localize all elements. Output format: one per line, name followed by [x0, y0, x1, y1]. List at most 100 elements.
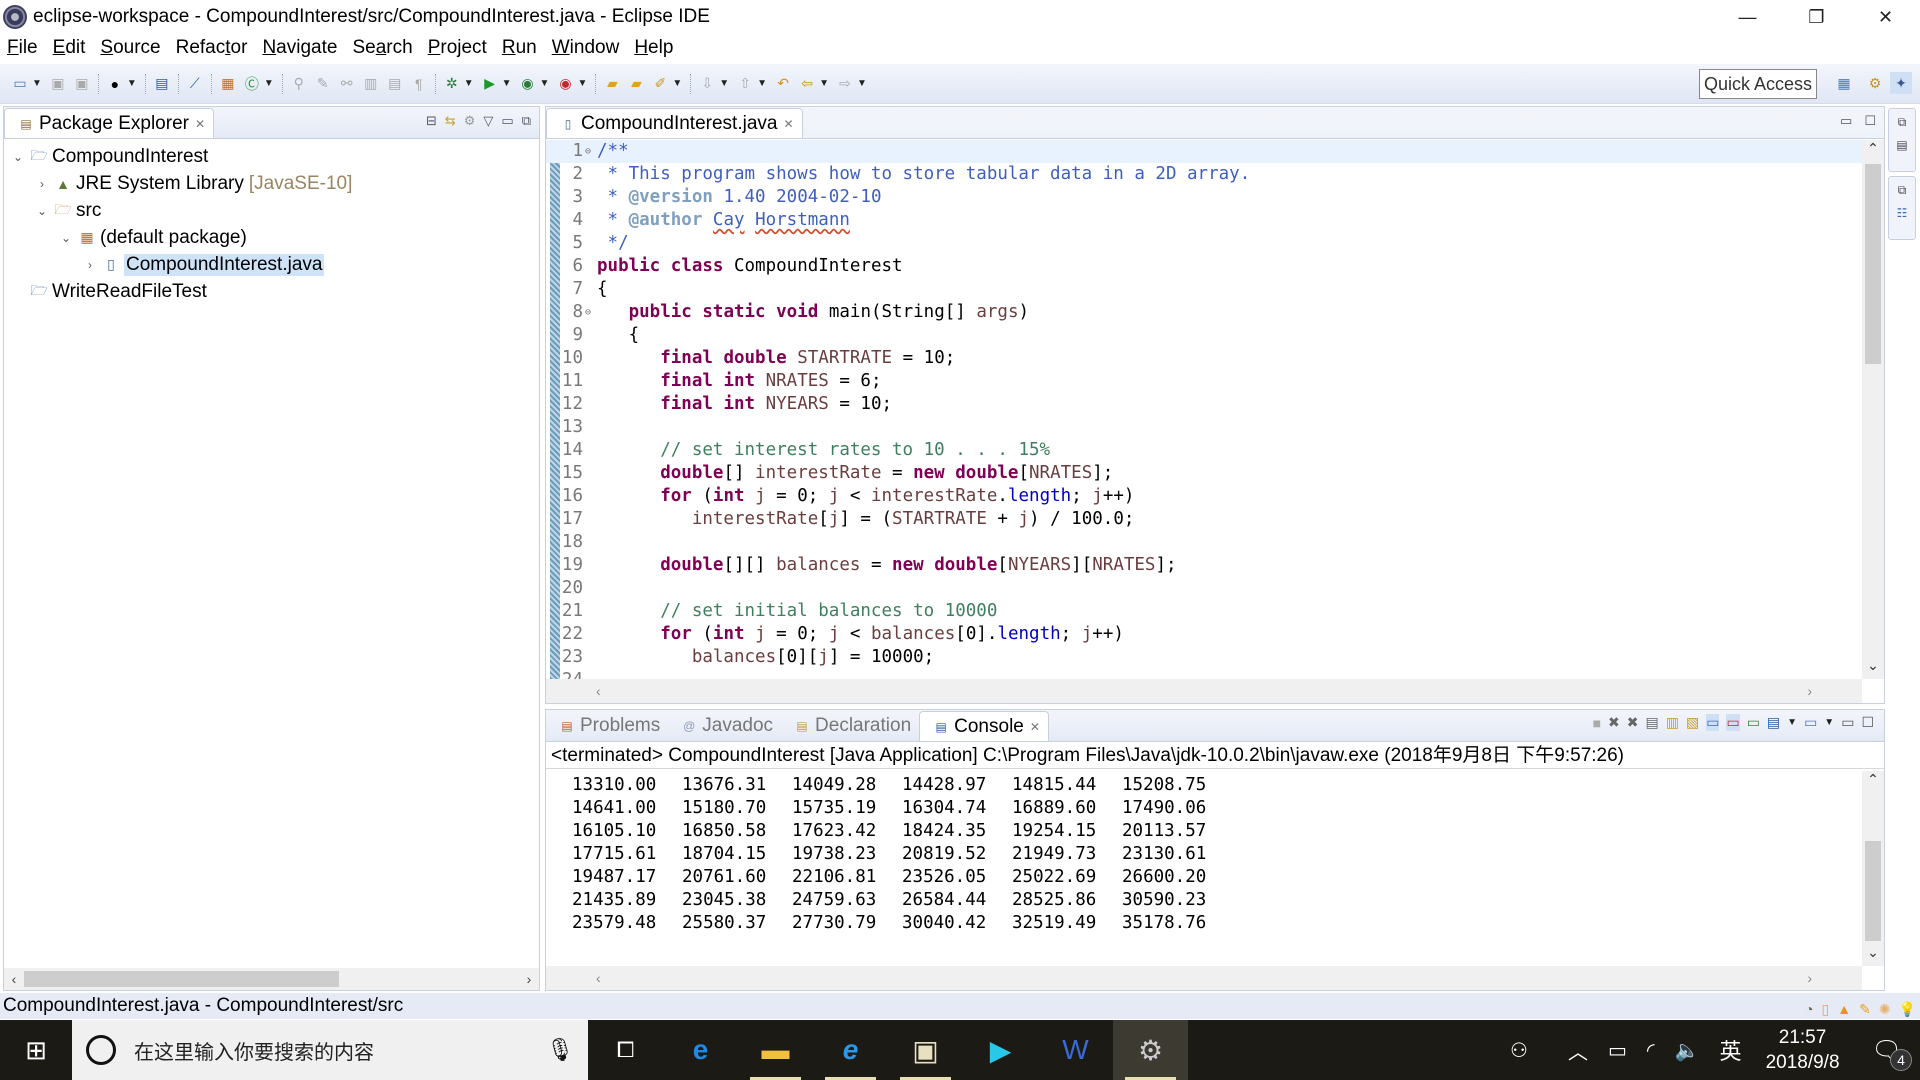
block-selection-icon[interactable]: ▥ — [362, 75, 380, 93]
chevron-right-icon[interactable]: › — [34, 177, 50, 191]
external-tools-dropdown-icon[interactable]: ▼ — [577, 78, 587, 89]
tab-package-explorer[interactable]: ▤ Package Explorer ✕ — [4, 108, 215, 138]
prev-annotation-dropdown-icon[interactable]: ▼ — [757, 78, 767, 89]
menu-run[interactable]: Run — [502, 37, 537, 59]
minimize-view-icon[interactable]: ▭ — [1841, 714, 1854, 731]
scroll-down-icon[interactable]: ⌄ — [1862, 657, 1884, 679]
search-dropdown-icon[interactable]: ▼ — [672, 78, 682, 89]
battery-icon[interactable]: ▭ — [1608, 1038, 1627, 1063]
filters-icon[interactable]: ⚙ — [464, 113, 476, 129]
tab-console[interactable]: ▤ Console ✕ — [919, 711, 1049, 741]
tip-lightbulb-icon[interactable]: 💡 — [1899, 996, 1916, 1022]
microphone-icon[interactable]: 🎙 — [546, 1037, 574, 1063]
console-vertical-scrollbar[interactable]: ⌃ ⌄ — [1862, 771, 1884, 966]
input-method-indicator[interactable]: 英 — [1720, 1034, 1742, 1066]
menu-navigate[interactable]: Navigate — [262, 37, 337, 59]
wifi-icon[interactable]: ◜ — [1647, 1038, 1655, 1063]
run-icon[interactable]: ▶ — [481, 75, 499, 93]
new-icon[interactable]: ▭ — [11, 75, 29, 93]
clock[interactable]: 21:57 2018/9/8 — [1766, 1025, 1840, 1075]
package-explorer-horizontal-scrollbar[interactable]: ‹ › — [4, 968, 539, 990]
menu-project[interactable]: Project — [428, 37, 487, 59]
outline-icon[interactable]: ▤ — [1896, 138, 1907, 152]
taskbar-app-word[interactable]: W — [1038, 1020, 1113, 1080]
open-perspective-icon[interactable]: ▦ — [1833, 72, 1855, 94]
profile-dropdown-icon[interactable]: ▼ — [127, 78, 137, 89]
whitespace-icon[interactable]: ¶ — [410, 75, 428, 93]
help-icon[interactable]: ◔ — [1805, 996, 1813, 1022]
taskbar-app-eclipse[interactable]: ⚙ — [1113, 1020, 1188, 1080]
maximize-view-icon[interactable]: ☐ — [1861, 714, 1874, 731]
show-on-stdout-icon[interactable]: ▭ — [1706, 714, 1720, 731]
java-perspective-icon[interactable]: ✦ — [1890, 72, 1912, 94]
open-type-icon[interactable]: ⚲ — [290, 75, 308, 93]
remove-launch-icon[interactable]: ✖ — [1608, 714, 1620, 731]
start-button[interactable]: ⊞ — [0, 1020, 72, 1080]
show-hidden-icons-icon[interactable]: ︿ — [1568, 1036, 1588, 1065]
fold-toggle-icon[interactable]: ⊖ — [583, 301, 593, 324]
chevron-down-icon[interactable]: ⌄ — [34, 204, 50, 218]
terminal-icon[interactable]: ▤ — [153, 75, 171, 93]
volume-icon[interactable]: 🔈 — [1675, 1038, 1700, 1063]
scroll-up-icon[interactable]: ⌃ — [1862, 140, 1884, 162]
debug-dropdown-icon[interactable]: ▼ — [464, 78, 474, 89]
scroll-right-icon[interactable]: › — [519, 971, 539, 987]
scroll-down-icon[interactable]: ⌄ — [1862, 944, 1884, 966]
last-edit-icon[interactable]: ↶ — [774, 75, 792, 93]
external-tools-icon[interactable]: ◉ — [556, 75, 574, 93]
debug-icon[interactable]: ✲ — [443, 75, 461, 93]
menu-edit[interactable]: Edit — [53, 37, 86, 59]
samples-icon[interactable]: ✎ — [1859, 996, 1871, 1022]
menu-refactor[interactable]: Refactor — [176, 37, 248, 59]
quick-access-input[interactable]: Quick Access — [1699, 69, 1817, 99]
taskbar-app-file-explorer[interactable]: ▬ — [738, 1020, 813, 1080]
fold-toggle-icon[interactable]: ⊖ — [583, 140, 593, 163]
open-console-dropdown-icon[interactable]: ▼ — [1824, 717, 1834, 728]
word-wrap-icon[interactable]: ▤ — [386, 75, 404, 93]
save-all-icon[interactable]: ▣ — [73, 75, 91, 93]
close-button[interactable]: ✕ — [1851, 0, 1920, 34]
task-list-icon[interactable]: ☷ — [1897, 206, 1908, 220]
chevron-down-icon[interactable]: ⌄ — [58, 231, 74, 245]
collapse-all-icon[interactable]: ⊟ — [426, 113, 437, 129]
forward-icon[interactable]: ⇨ — [836, 75, 854, 93]
skip-breakpoints-icon[interactable]: ⟋ — [186, 75, 204, 93]
taskbar-app-edge[interactable]: e — [663, 1020, 738, 1080]
tab-problems[interactable]: ▤ Problems — [546, 711, 668, 741]
menu-window[interactable]: Window — [552, 37, 620, 59]
open-folder-icon[interactable]: ▰ — [603, 75, 621, 93]
editor-horizontal-scrollbar[interactable]: ‹ › — [546, 679, 1862, 703]
pin-console-icon[interactable]: ▭ — [1747, 714, 1760, 731]
forward-dropdown-icon[interactable]: ▼ — [857, 78, 867, 89]
search-icon[interactable]: ⚯ — [338, 75, 356, 93]
close-icon[interactable]: ✕ — [195, 117, 205, 131]
clear-console-icon[interactable]: ▤ — [1646, 714, 1659, 731]
next-annotation-icon[interactable]: ⇩ — [698, 75, 716, 93]
chevron-down-icon[interactable]: ⌄ — [10, 150, 26, 164]
terminate-icon[interactable]: ■ — [1593, 715, 1601, 731]
open-project-icon[interactable]: ▰ — [627, 75, 645, 93]
new-java-package-icon[interactable]: ▦ — [219, 75, 237, 93]
scroll-up-icon[interactable]: ⌃ — [1862, 771, 1884, 793]
view-menu-icon[interactable]: ▽ — [483, 113, 493, 129]
restore-button[interactable]: ❐ — [1782, 0, 1851, 34]
whats-new-icon[interactable]: ✺ — [1879, 996, 1891, 1022]
scrollbar-thumb[interactable] — [1865, 164, 1881, 364]
back-icon[interactable]: ⇦ — [798, 75, 816, 93]
display-console-dropdown-icon[interactable]: ▼ — [1787, 717, 1797, 728]
tab-declaration[interactable]: ▤ Declaration — [781, 711, 919, 741]
tree-item[interactable]: ⌄ 🗁 src — [4, 197, 539, 224]
java-ee-perspective-icon[interactable]: ⚙ — [1864, 72, 1886, 94]
people-icon[interactable]: ⚇ — [1510, 1038, 1528, 1063]
taskbar-app-internet-explorer[interactable]: e — [813, 1020, 888, 1080]
tree-item[interactable]: ⌄ ▦ (default package) — [4, 224, 539, 251]
scrollbar-thumb[interactable] — [1865, 841, 1881, 941]
close-icon[interactable]: ✕ — [1030, 720, 1040, 734]
action-center-button[interactable]: 🗨 4 — [1872, 1036, 1912, 1071]
close-icon[interactable]: ✕ — [783, 117, 793, 131]
tree-item[interactable]: 🗁 WriteReadFileTest — [4, 278, 539, 305]
tab-javadoc[interactable]: @ Javadoc — [668, 711, 781, 741]
menu-help[interactable]: Help — [634, 37, 673, 59]
profile-icon[interactable]: ● — [106, 75, 124, 93]
scroll-right-icon[interactable]: › — [1807, 970, 1812, 986]
